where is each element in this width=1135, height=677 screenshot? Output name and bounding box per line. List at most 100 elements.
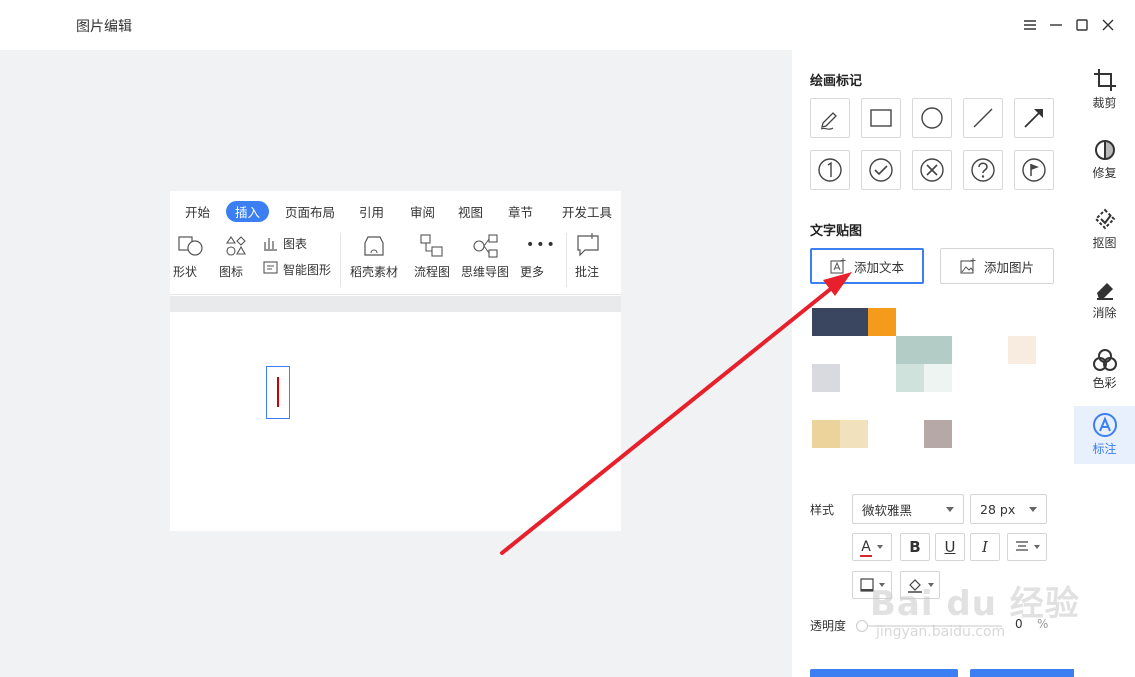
flag-icon	[1022, 158, 1046, 182]
sticker-thumb[interactable]	[812, 364, 840, 392]
shape-icon	[178, 236, 203, 256]
close-icon[interactable]	[1098, 15, 1118, 35]
circle-tool-button[interactable]	[912, 98, 952, 138]
sticker-thumb[interactable]	[896, 336, 952, 364]
underline-button[interactable]: U	[935, 533, 965, 561]
rail-item-color[interactable]: 色彩	[1074, 342, 1135, 400]
minimize-icon[interactable]	[1046, 15, 1066, 35]
tool-rail: 裁剪 修复 抠图 消除 色彩 标注	[1074, 50, 1135, 677]
chart-label: 图表	[283, 237, 308, 251]
add-text-icon	[830, 258, 846, 274]
sticker-thumb[interactable]	[924, 364, 952, 392]
ribbon-tabs: 开始 插入 页面布局 引用 审阅 视图 章节 开发工具	[170, 191, 621, 229]
edited-image: 开始 插入 页面布局 引用 审阅 视图 章节 开发工具 形状 图标 图表 智能图…	[170, 191, 621, 531]
opacity-slider-thumb[interactable]	[856, 620, 868, 632]
tab-review: 审阅	[410, 205, 436, 220]
more-label: 更多	[520, 265, 545, 279]
more-dots-icon: •••	[526, 237, 557, 253]
font-color-icon: A	[860, 539, 873, 557]
watermark-url: jingyan.baidu.com	[876, 624, 1006, 640]
pen-tool-button[interactable]	[810, 98, 850, 138]
app-title: 图片编辑	[76, 19, 132, 35]
drawing-section-title: 绘画标记	[810, 74, 863, 89]
chevron-down-icon	[1033, 545, 1040, 549]
font-family-select[interactable]: 微软雅黑	[852, 494, 964, 524]
style-label: 样式	[810, 503, 835, 517]
mindmap-icon	[473, 234, 498, 258]
circle-icon	[921, 107, 943, 129]
text-cursor-box[interactable]	[266, 366, 290, 419]
rail-item-cutout[interactable]: 抠图	[1074, 202, 1135, 260]
add-image-label: 添加图片	[983, 259, 1034, 275]
flowchart-label: 流程图	[414, 265, 451, 279]
sticker-thumb[interactable]	[924, 420, 952, 448]
number-stamp-button[interactable]	[810, 150, 850, 190]
font-size-value: 28 px	[980, 501, 1016, 517]
add-text-label: 添加文本	[853, 259, 904, 275]
rail-item-repair[interactable]: 修复	[1074, 132, 1135, 190]
rectangle-tool-button[interactable]	[861, 98, 901, 138]
sticker-thumb[interactable]	[812, 308, 868, 336]
opacity-label: 透明度	[810, 619, 847, 633]
sticker-thumb[interactable]	[840, 420, 868, 448]
rail-item-eraser[interactable]: 消除	[1074, 272, 1135, 330]
font-family-value: 微软雅黑	[862, 502, 913, 518]
chevron-down-icon	[946, 507, 954, 512]
question-stamp-button[interactable]	[963, 150, 1003, 190]
rail-label-repair: 修复	[1092, 166, 1117, 180]
color-icon	[1092, 349, 1117, 371]
add-text-button[interactable]: 添加文本	[810, 248, 924, 284]
rail-label-color: 色彩	[1092, 376, 1117, 390]
maximize-icon[interactable]	[1072, 15, 1092, 35]
sticker-thumb[interactable]	[896, 364, 924, 392]
comment-label: 批注	[575, 265, 600, 279]
annotate-icon	[1092, 413, 1117, 437]
cross-icon	[920, 158, 944, 182]
chevron-down-icon	[876, 545, 883, 549]
pen-icon	[820, 112, 837, 130]
line-tool-button[interactable]	[963, 98, 1003, 138]
tab-insert: 插入	[226, 201, 270, 222]
eraser-icon	[1096, 283, 1113, 300]
tab-section: 章节	[508, 205, 534, 220]
font-color-button[interactable]: A	[852, 533, 892, 561]
question-icon	[971, 158, 995, 182]
cross-stamp-button[interactable]	[912, 150, 952, 190]
bold-button[interactable]: B	[900, 533, 930, 561]
align-button[interactable]	[1007, 533, 1047, 561]
check-stamp-button[interactable]	[861, 150, 901, 190]
rail-label-eraser: 消除	[1092, 306, 1117, 320]
sticker-thumb[interactable]	[812, 420, 840, 448]
smart-shape-label: 智能图形	[283, 263, 332, 277]
menu-icon[interactable]	[1020, 15, 1040, 35]
add-image-icon	[960, 258, 976, 274]
document-gap	[170, 296, 621, 312]
rail-label-annotate: 标注	[1092, 442, 1117, 456]
material-label: 稻壳素材	[350, 265, 399, 279]
cancel-button[interactable]	[810, 669, 958, 677]
smart-shape-icon	[263, 261, 278, 274]
tab-developer: 开发工具	[562, 205, 613, 220]
sticker-thumb[interactable]	[868, 308, 896, 336]
tab-start: 开始	[185, 205, 211, 220]
sticker-thumb[interactable]	[1008, 336, 1036, 364]
tab-view: 视图	[458, 205, 484, 220]
arrow-icon	[1024, 109, 1043, 128]
rectangle-icon	[870, 109, 892, 127]
flag-stamp-button[interactable]	[1014, 150, 1054, 190]
align-center-icon	[1015, 541, 1028, 551]
rail-item-crop[interactable]: 裁剪	[1074, 62, 1135, 120]
arrow-tool-button[interactable]	[1014, 98, 1054, 138]
italic-button[interactable]: I	[970, 533, 1000, 561]
image-canvas[interactable]: 开始 插入 页面布局 引用 审阅 视图 章节 开发工具 形状 图标 图表 智能图…	[0, 50, 792, 677]
material-icon	[364, 236, 384, 256]
font-size-select[interactable]: 28 px	[970, 494, 1047, 524]
tab-references: 引用	[359, 205, 385, 220]
shape-label: 形状	[173, 265, 198, 279]
rail-item-annotate[interactable]: 标注	[1074, 406, 1135, 464]
watermark-logo: Bai du 经验	[870, 584, 1080, 624]
mindmap-label: 思维导图	[461, 265, 510, 279]
add-image-button[interactable]: 添加图片	[940, 248, 1054, 284]
flowchart-icon	[420, 234, 443, 257]
ribbon-tools: 形状 图标 图表 智能图形 稻壳素材 流程图 思维导图 ••• 更多 批注	[170, 229, 621, 295]
